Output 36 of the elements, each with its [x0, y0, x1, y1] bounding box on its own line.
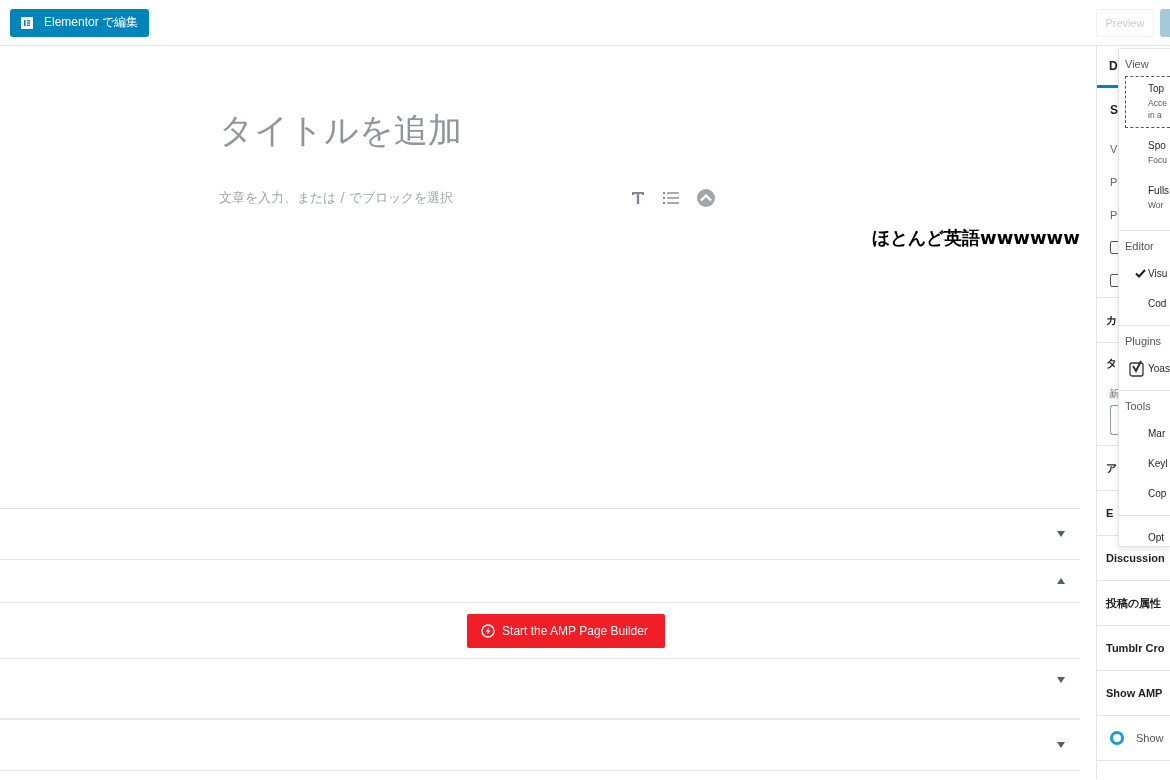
menu-item[interactable]: Fulls Wor	[1125, 178, 1170, 218]
sidebar-panel[interactable]: Show AMP	[1097, 670, 1170, 715]
caret-icon[interactable]	[1057, 742, 1065, 748]
menu-item[interactable]: Yoas	[1119, 353, 1170, 383]
annotation-text: ほとんど英語wwwwww	[872, 226, 1080, 250]
menu-heading: Tools	[1124, 399, 1152, 414]
menu-item[interactable]: Mar	[1119, 418, 1170, 448]
menu-item[interactable]: Keyl	[1119, 448, 1170, 478]
check-icon	[1135, 268, 1146, 278]
menu-item[interactable]: Visu	[1119, 258, 1170, 288]
caret-icon[interactable]	[1057, 677, 1065, 683]
menu-item[interactable]: Cop	[1119, 478, 1170, 508]
menu-heading: Editor	[1124, 239, 1155, 254]
sidebar-panel[interactable]: Tumblr Cro	[1097, 625, 1170, 670]
sidebar-panel[interactable]: 投稿の属性	[1097, 580, 1170, 625]
menu-heading: View	[1124, 57, 1150, 72]
elementor-button[interactable]: Elementor で編集	[10, 8, 150, 37]
circle-chevron-icon[interactable]	[697, 189, 715, 207]
radio-label: Show	[1136, 732, 1164, 744]
elementor-icon	[21, 16, 33, 29]
list-icon[interactable]	[663, 191, 679, 205]
menu-item[interactable]: Spo Focu	[1125, 133, 1170, 173]
menu-item[interactable]: Top Acce in a	[1125, 76, 1170, 128]
field-label: 新	[1109, 387, 1119, 401]
setting-label: P	[1110, 175, 1118, 188]
amp-builder-button[interactable]: Start the AMP Page Builder	[467, 613, 665, 648]
setting-label: V	[1110, 142, 1118, 155]
y-logo-icon	[1129, 359, 1145, 377]
radio-button[interactable]	[1110, 731, 1124, 745]
menu-item[interactable]: Cod	[1119, 288, 1170, 318]
setting-label: P	[1110, 208, 1118, 221]
text-icon[interactable]	[631, 191, 645, 205]
caret-icon[interactable]	[1057, 578, 1065, 584]
lightning-icon	[481, 623, 496, 638]
caret-icon[interactable]	[1057, 531, 1065, 537]
menu-heading: Plugins	[1124, 334, 1163, 349]
